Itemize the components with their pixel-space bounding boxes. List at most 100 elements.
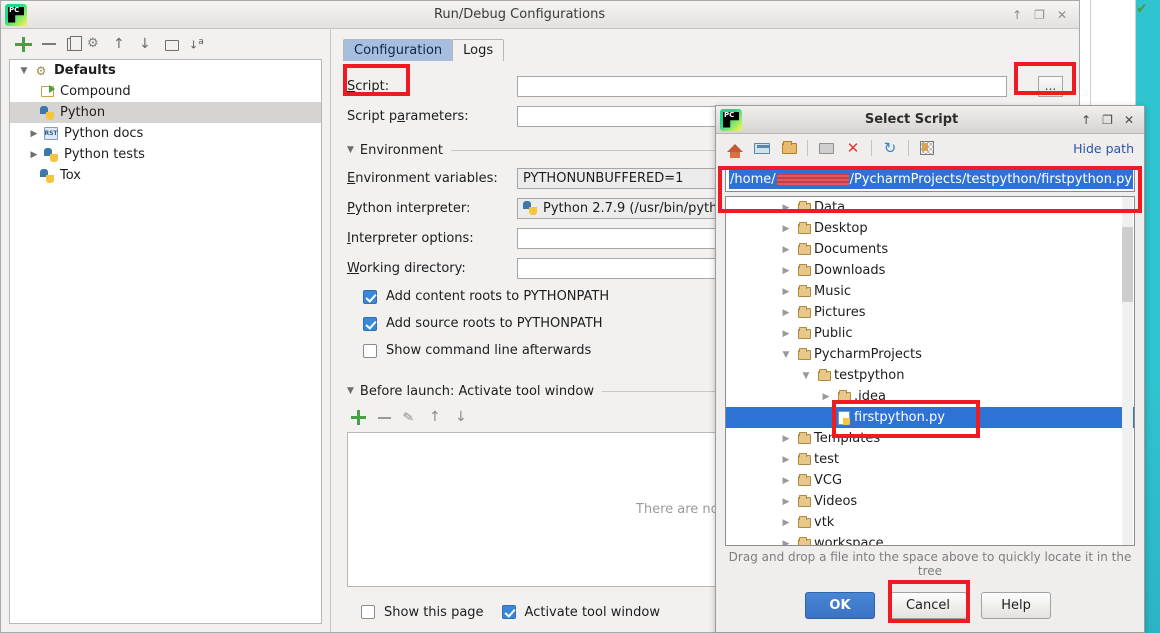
twisty-icon[interactable]: ▶ xyxy=(778,224,794,234)
plus-icon[interactable] xyxy=(351,409,366,425)
copy-icon[interactable] xyxy=(67,36,82,51)
file-tree-row[interactable]: ▶ workspace xyxy=(726,533,1134,546)
twisty-icon[interactable]: ▶ xyxy=(778,245,794,255)
file-tree-label: VCG xyxy=(814,473,843,488)
tree-item-python-docs[interactable]: ▶ RST Python docs xyxy=(10,123,321,144)
file-tree-row[interactable]: ▶ test xyxy=(726,449,1134,470)
pencil-icon[interactable]: ✎ xyxy=(402,408,419,426)
twisty-icon[interactable]: ▼ xyxy=(778,350,794,360)
file-tree-row-pycharmprojects[interactable]: ▼ PycharmProjects xyxy=(726,344,1134,365)
twisty-icon[interactable]: ▶ xyxy=(818,392,834,402)
activate-tool-window-checkbox[interactable] xyxy=(501,605,516,619)
path-input[interactable]: /home/ /PycharmProjects/testpython/first… xyxy=(725,166,1135,192)
arrow-up-icon[interactable]: ↑ xyxy=(113,36,129,52)
tree-item-python-tests[interactable]: ▶ Python tests xyxy=(10,144,321,165)
delete-x-icon[interactable]: ✕ xyxy=(844,139,862,157)
configurations-tree[interactable]: ▼ ⚙ Defaults Compound Python ▶ RST Pytho… xyxy=(9,59,322,624)
wrench-icon[interactable]: ⚙ xyxy=(87,36,103,52)
show-hidden-icon[interactable] xyxy=(918,139,936,157)
twisty-icon[interactable]: ▶ xyxy=(778,266,794,276)
file-tree-row-testpython[interactable]: ▼ testpython xyxy=(726,365,1134,386)
file-tree-row[interactable]: ▶ vtk xyxy=(726,512,1134,533)
home-icon[interactable] xyxy=(726,139,744,158)
tree-item-compound[interactable]: Compound xyxy=(10,81,321,102)
twisty-icon[interactable]: ▶ xyxy=(778,434,794,444)
file-tree-row[interactable]: ▶ Downloads xyxy=(726,260,1134,281)
close-icon[interactable]: ✕ xyxy=(1057,8,1067,22)
file-tree-row-firstpython[interactable]: firstpython.py xyxy=(726,407,1134,428)
file-tree-row[interactable]: ▶ Documents xyxy=(726,239,1134,260)
twisty-icon[interactable]: ▶ xyxy=(778,455,794,465)
file-tree-row-idea[interactable]: ▶ .idea xyxy=(726,386,1134,407)
environment-section-label: Environment xyxy=(359,142,443,158)
twisty-icon[interactable]: ▶ xyxy=(778,518,794,528)
twisty-icon[interactable]: ▶ xyxy=(778,203,794,213)
file-tree-row[interactable]: ▶ Desktop xyxy=(726,218,1134,239)
activate-tool-window-row[interactable]: Activate tool window xyxy=(501,601,660,623)
interpreter-options-label: Interpreter options: xyxy=(347,230,474,246)
tree-item-defaults[interactable]: ▼ ⚙ Defaults xyxy=(10,60,321,81)
tab-logs[interactable]: Logs xyxy=(452,39,505,61)
minimize-icon[interactable]: ↑ xyxy=(1012,8,1022,22)
plus-icon[interactable] xyxy=(15,36,32,52)
cancel-button[interactable]: Cancel xyxy=(888,591,968,619)
add-source-roots-checkbox[interactable] xyxy=(363,316,377,331)
twisty-icon[interactable]: ▶ xyxy=(778,497,794,507)
tree-item-python[interactable]: Python xyxy=(10,102,321,123)
twisty-icon[interactable]: ▼ xyxy=(798,371,814,381)
twisty-icon[interactable]: ▶ xyxy=(26,150,42,160)
window-titlebar[interactable]: PC Run/Debug Configurations ↑ ❐ ✕ xyxy=(1,1,1079,29)
tab-configuration[interactable]: Configuration xyxy=(343,39,454,61)
file-tree-row[interactable]: ▶ Data xyxy=(726,197,1134,218)
close-icon[interactable]: ✕ xyxy=(1124,113,1134,127)
dialog-titlebar[interactable]: PC Select Script ↑ ❐ ✕ xyxy=(716,106,1144,134)
twisty-icon[interactable]: ▼ xyxy=(16,66,32,76)
window-title: Run/Debug Configurations xyxy=(433,7,606,22)
folder-icon[interactable] xyxy=(165,40,179,51)
script-input[interactable] xyxy=(517,75,1007,97)
new-folder-icon[interactable] xyxy=(780,139,798,157)
minimize-icon[interactable]: ↑ xyxy=(1081,113,1091,127)
twisty-icon[interactable]: ▶ xyxy=(26,129,42,139)
arrow-down-icon[interactable]: ↓ xyxy=(139,36,155,52)
file-tree-row[interactable]: ▶ VCG xyxy=(726,470,1134,491)
chevron-down-icon[interactable]: ▼ xyxy=(347,386,354,396)
refresh-icon[interactable]: ↻ xyxy=(881,139,899,157)
file-tree[interactable]: ▶ Data ▶ Desktop ▶ Documents ▶ Downloads… xyxy=(725,196,1135,546)
folder-icon xyxy=(794,263,814,276)
minus-icon[interactable] xyxy=(377,410,392,425)
desktop-icon[interactable] xyxy=(753,139,771,157)
script-browse-button[interactable]: ... xyxy=(1038,75,1063,97)
file-tree-row[interactable]: ▶ Public xyxy=(726,323,1134,344)
show-command-line-checkbox[interactable] xyxy=(363,343,377,358)
arrow-up-icon[interactable]: ↑ xyxy=(429,409,444,425)
show-this-page-checkbox[interactable] xyxy=(361,605,375,619)
file-tree-row[interactable]: ▶ Templates xyxy=(726,428,1134,449)
file-tree-row[interactable]: ▶ Music xyxy=(726,281,1134,302)
arrow-down-icon[interactable]: ↓ xyxy=(455,409,470,425)
file-tree-row[interactable]: ▶ Videos xyxy=(726,491,1134,512)
file-tree-row[interactable]: ▶ Pictures xyxy=(726,302,1134,323)
up-folder-icon[interactable] xyxy=(817,139,835,157)
twisty-icon[interactable]: ▶ xyxy=(778,476,794,486)
minus-icon[interactable] xyxy=(41,36,57,52)
show-this-page-row[interactable]: Show this page xyxy=(349,601,484,623)
file-tree-label: test xyxy=(814,452,839,467)
twisty-icon[interactable]: ▶ xyxy=(778,329,794,339)
file-tree-scrollbar-thumb[interactable] xyxy=(1122,227,1133,302)
chevron-down-icon[interactable]: ▼ xyxy=(347,145,354,155)
maximize-icon[interactable]: ❐ xyxy=(1102,113,1113,127)
file-tree-label: Data xyxy=(814,200,846,215)
hide-path-link[interactable]: Hide path xyxy=(1073,141,1134,156)
add-content-roots-checkbox[interactable] xyxy=(363,289,377,304)
maximize-icon[interactable]: ❐ xyxy=(1034,8,1045,22)
file-tree-label: Videos xyxy=(814,494,858,509)
twisty-icon[interactable]: ▶ xyxy=(778,308,794,318)
ok-button[interactable]: OK xyxy=(804,591,875,619)
sort-az-icon[interactable]: ↓a xyxy=(189,36,205,52)
tree-item-tox[interactable]: Tox xyxy=(10,165,321,186)
twisty-icon[interactable]: ▶ xyxy=(778,287,794,297)
script-label: Script: xyxy=(347,78,390,94)
twisty-icon[interactable]: ▶ xyxy=(778,539,794,546)
help-button[interactable]: Help xyxy=(981,591,1052,619)
